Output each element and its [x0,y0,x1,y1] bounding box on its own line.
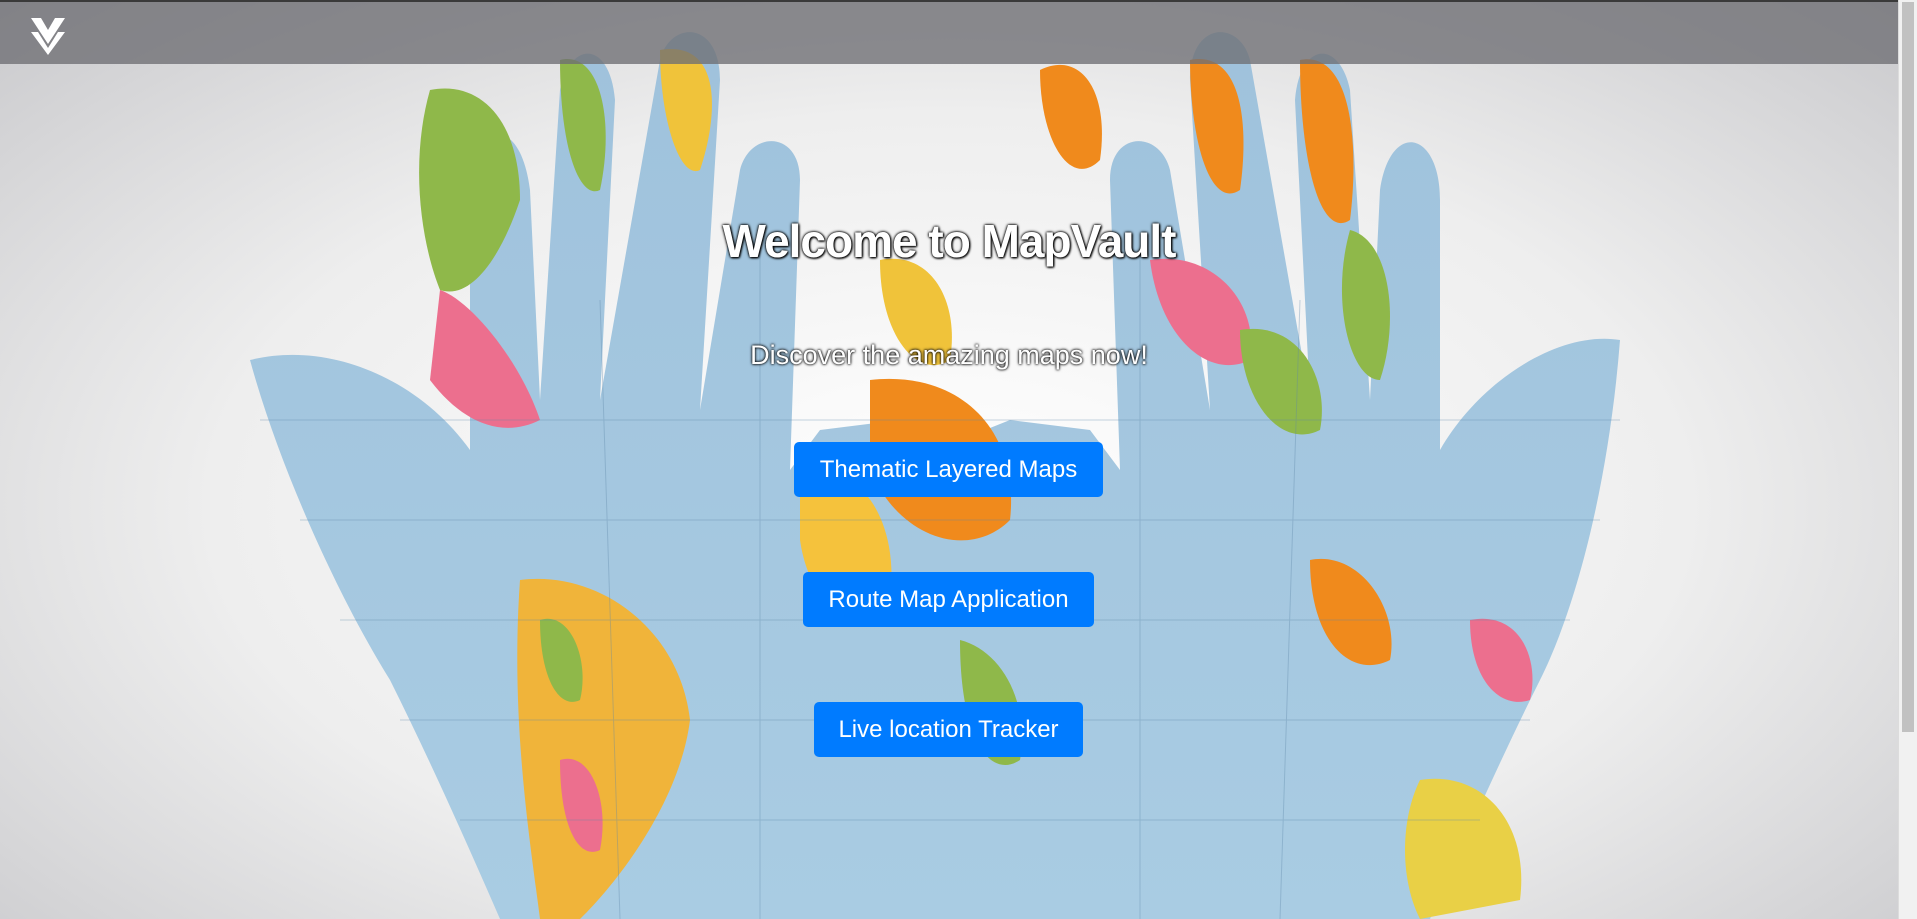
route-map-application-button[interactable]: Route Map Application [803,572,1094,627]
scrollbar-thumb[interactable] [1902,2,1914,732]
hero-title: Welcome to MapVault [722,215,1176,267]
thematic-layered-maps-button[interactable]: Thematic Layered Maps [794,442,1103,497]
hero-subtitle: Discover the amazing maps now! [750,340,1148,370]
hero-section: Welcome to MapVault Discover the amazing… [0,0,1898,919]
vertical-scrollbar[interactable] [1898,0,1917,919]
live-location-tracker-button[interactable]: Live location Tracker [814,702,1083,757]
page: Welcome to MapVault Discover the amazing… [0,0,1917,919]
